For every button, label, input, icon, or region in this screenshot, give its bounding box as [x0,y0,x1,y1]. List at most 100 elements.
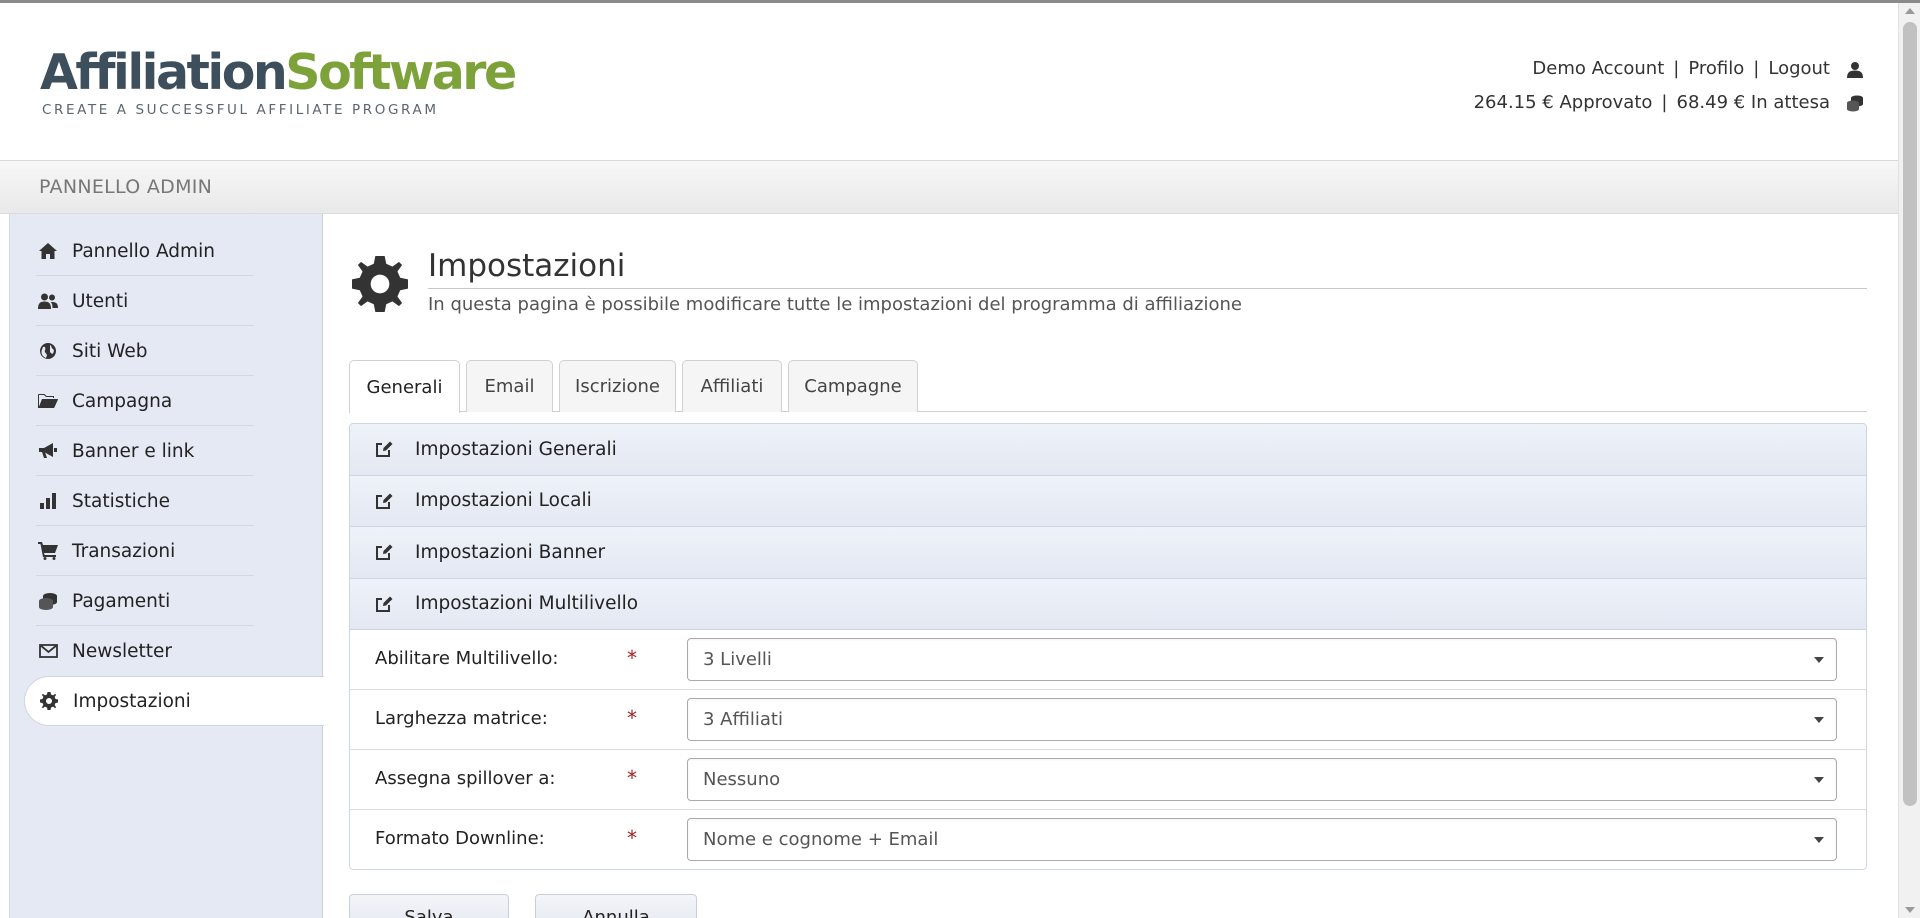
tab-email[interactable]: Email [466,360,553,412]
section-title: Impostazioni Multilivello [415,593,639,615]
section-header-banner[interactable]: Impostazioni Banner [350,527,1866,579]
chevron-down-icon [1814,777,1824,783]
required-marker: * [627,766,637,790]
sidebar-item-label: Siti Web [72,340,148,362]
coins-icon [1844,92,1866,114]
required-marker: * [627,646,637,670]
select-value: Nome e cognome + Email [703,829,939,850]
sidebar-item-newsletter[interactable]: Newsletter [24,626,324,676]
form-row-downline: Formato Downline: * Nome e cognome + Ema… [350,810,1866,869]
scroll-up-icon[interactable] [1905,8,1915,14]
sidebar-item-label: Transazioni [72,540,176,562]
logo[interactable]: AffiliationSoftware CREATE A SUCCESSFUL … [40,48,517,118]
matrix-width-select[interactable]: 3 Affiliati [687,698,1837,741]
tab-generali[interactable]: Generali [349,360,460,413]
tab-affiliati[interactable]: Affiliati [682,360,782,412]
field-label: Abilitare Multilivello: [375,648,559,669]
admin-bar-title: PANNELLO ADMIN [39,176,213,198]
pending-balance: 68.49 € In attesa [1676,92,1831,113]
spillover-select[interactable]: Nessuno [687,758,1837,801]
scroll-down-icon[interactable] [1905,907,1915,913]
field-label: Larghezza matrice: [375,708,548,729]
select-value: 3 Livelli [703,649,772,670]
sidebar-item-banner[interactable]: Banner e link [24,426,324,476]
settings-tabs: Generali Email Iscrizione Affiliati Camp… [349,347,1867,413]
cart-icon [38,541,58,561]
cancel-button[interactable]: Annulla [535,894,697,918]
coins-icon [38,591,58,611]
main-content: Impostazioni In questa pagina è possibil… [324,214,1889,918]
select-value: 3 Affiliati [703,709,783,730]
settings-panel: Impostazioni Generali Impostazioni Local… [349,423,1867,870]
sidebar-item-utenti[interactable]: Utenti [24,276,324,326]
chevron-down-icon [1814,717,1824,723]
edit-icon [373,541,395,563]
sidebar-item-pagamenti[interactable]: Pagamenti [24,576,324,626]
required-marker: * [627,826,637,850]
logout-link[interactable]: Logout [1768,52,1830,86]
sidebar-item-label: Banner e link [72,440,195,462]
gear-icon [352,256,408,312]
divider [428,288,1867,289]
folder-icon [38,391,58,411]
user-links-row: Demo Account | Profilo | Logout [1474,52,1866,86]
balance-row: 264.15 € Approvato | 68.49 € In attesa [1474,86,1866,120]
admin-bar: PANNELLO ADMIN [0,160,1898,214]
bar-chart-icon [38,491,58,511]
sidebar-item-impostazioni[interactable]: Impostazioni [24,676,325,726]
section-header-multilivello[interactable]: Impostazioni Multilivello [350,578,1866,630]
home-icon [38,241,58,261]
sidebar-item-transazioni[interactable]: Transazioni [24,526,324,576]
sidebar-item-label: Campagna [72,390,173,412]
logo-wordmark: AffiliationSoftware [40,48,517,97]
logo-part-2: Software [285,44,517,101]
page-subtitle: In questa pagina è possibile modificare … [428,294,1242,315]
approved-balance: 264.15 € Approvato [1473,92,1653,113]
sidebar-item-label: Pannello Admin [72,240,215,262]
downline-format-select[interactable]: Nome e cognome + Email [687,818,1837,861]
globe-icon [38,341,58,361]
sidebar-item-label: Newsletter [72,640,173,662]
section-title: Impostazioni Generali [415,438,617,460]
separator: | [1661,92,1668,113]
separator: | [1753,58,1760,79]
sidebar-item-pannello-admin[interactable]: Pannello Admin [24,226,324,276]
edit-icon [373,593,395,615]
gear-icon [39,691,59,711]
section-header-generali[interactable]: Impostazioni Generali [350,424,1866,476]
select-value: Nessuno [703,769,781,790]
sidebar-item-label: Statistiche [72,490,171,512]
sidebar-item-campagna[interactable]: Campagna [24,376,324,426]
page-scrollbar[interactable] [1898,3,1920,918]
envelope-icon [38,641,58,661]
field-label: Formato Downline: [375,828,545,849]
chevron-down-icon [1814,657,1824,663]
sidebar-item-label: Impostazioni [73,690,191,712]
edit-icon [373,438,395,460]
page-title: Impostazioni [428,248,626,284]
user-icon [1844,58,1866,80]
sidebar: Pannello Admin Utenti Siti Web Campagna … [9,214,325,918]
sidebar-menu: Pannello Admin Utenti Siti Web Campagna … [24,226,325,726]
multilivello-select[interactable]: 3 Livelli [687,638,1837,681]
profile-link[interactable]: Profilo [1688,52,1744,86]
sidebar-item-siti-web[interactable]: Siti Web [24,326,324,376]
scrollbar-thumb[interactable] [1903,22,1917,806]
sidebar-item-statistiche[interactable]: Statistiche [24,476,324,526]
required-marker: * [627,706,637,730]
user-menu: Demo Account | Profilo | Logout 264.15 €… [1474,52,1866,120]
tab-campagne[interactable]: Campagne [788,360,918,412]
section-header-locali[interactable]: Impostazioni Locali [350,475,1866,527]
account-link[interactable]: Demo Account [1532,52,1664,86]
sidebar-item-label: Utenti [72,290,129,312]
edit-icon [373,490,395,512]
save-button[interactable]: Salva [349,894,509,918]
tab-iscrizione[interactable]: Iscrizione [559,360,676,412]
form-row-larghezza: Larghezza matrice: * 3 Affiliati [350,690,1866,750]
users-icon [38,291,58,311]
sidebar-item-label: Pagamenti [72,590,171,612]
separator: | [1673,58,1680,79]
section-title: Impostazioni Locali [415,490,592,512]
form-row-spillover: Assegna spillover a: * Nessuno [350,750,1866,810]
logo-tagline: CREATE A SUCCESSFUL AFFILIATE PROGRAM [42,102,439,118]
